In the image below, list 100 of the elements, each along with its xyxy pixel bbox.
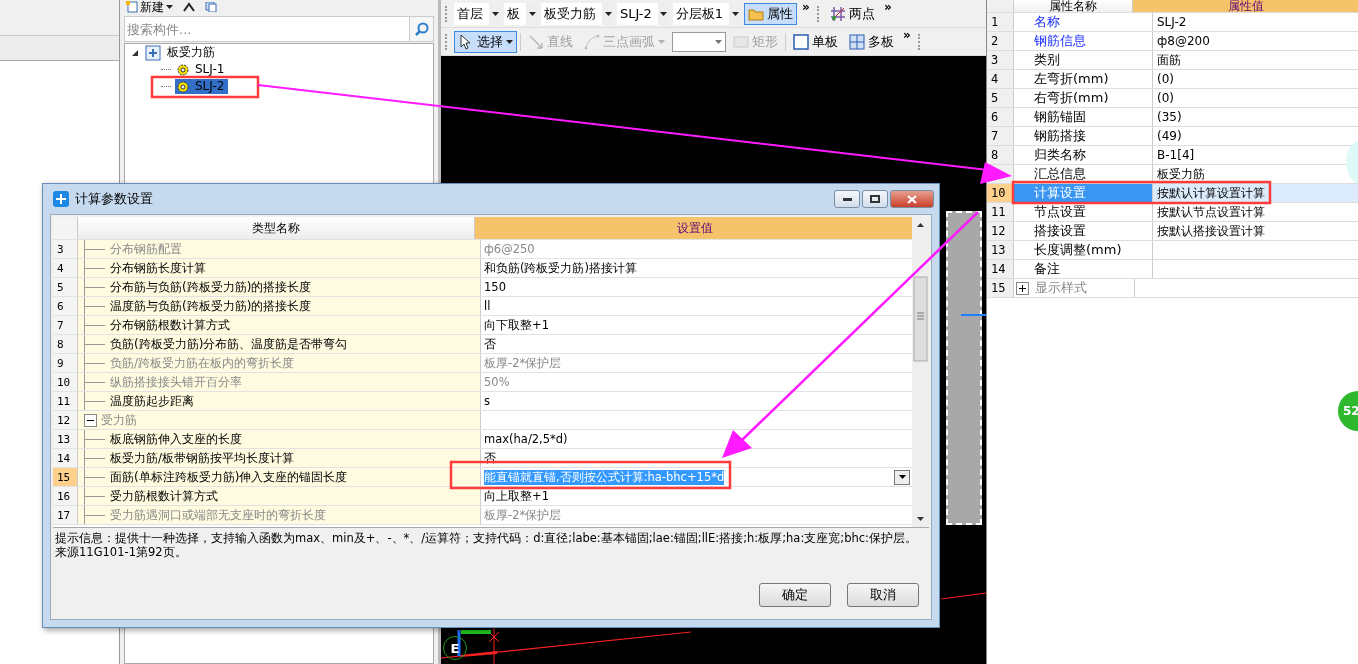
expanded-icon[interactable]	[131, 48, 139, 57]
tree-item[interactable]: 板受力筋	[143, 44, 219, 61]
grid-icon	[849, 33, 865, 50]
row-number: 12	[987, 222, 1014, 240]
reference-line	[941, 592, 986, 600]
tree-line	[84, 392, 106, 410]
tree-line	[84, 487, 106, 505]
property-name: 钢筋锚固	[1034, 108, 1086, 126]
more-button[interactable]: »	[800, 0, 812, 14]
search-button[interactable]	[409, 16, 434, 42]
property-name: 计算设置	[1034, 184, 1086, 202]
row-number: 7	[53, 316, 78, 334]
dropdown-field[interactable]	[672, 31, 726, 52]
grid-icon	[829, 5, 846, 22]
caret-icon	[731, 11, 739, 16]
parameter-value[interactable]: 向上取整+1	[484, 488, 549, 504]
property-name: 搭接设置	[1034, 222, 1086, 240]
parameter-name: 受力筋遇洞口或端部无支座时的弯折长度	[110, 506, 326, 524]
parameter-name: 负筋/跨板受力筋在板内的弯折长度	[110, 354, 295, 372]
property-name: 钢筋搭接	[1034, 127, 1086, 145]
property-value[interactable]: 按默认搭接设置计算	[1157, 222, 1265, 240]
dropdown-button[interactable]	[894, 469, 910, 485]
tree-line	[84, 430, 106, 448]
property-name: 名称	[1034, 13, 1060, 31]
parameter-value[interactable]: s	[484, 394, 490, 408]
tree-line	[84, 468, 106, 486]
tree-item[interactable]: SLJ-1	[175, 62, 229, 77]
tree-line	[84, 278, 106, 296]
row-number: 17	[53, 506, 78, 524]
property-value[interactable]: ф8@200	[1157, 34, 1210, 48]
tree-line	[84, 373, 106, 391]
parameter-value[interactable]: 150	[484, 280, 506, 294]
row-number: 12	[53, 411, 78, 429]
level-dropdown[interactable]: 板	[504, 2, 538, 25]
level-dropdown[interactable]: 分层板1	[672, 2, 742, 25]
select-button[interactable]: 选择	[454, 30, 517, 53]
new-button[interactable]: 新建	[126, 1, 173, 13]
tree-line	[84, 335, 106, 353]
property-value[interactable]: SLJ-2	[1157, 15, 1187, 29]
two-point-button[interactable]: 两点	[825, 2, 879, 25]
restore-icon	[870, 195, 880, 203]
property-name: 类别	[1034, 51, 1060, 69]
more-button[interactable]: »	[901, 28, 913, 42]
property-value[interactable]: (35)	[1157, 110, 1182, 124]
minimize-button[interactable]	[834, 190, 860, 208]
caret-icon	[166, 4, 173, 10]
row-number: 4	[53, 259, 78, 277]
close-button[interactable]	[890, 190, 934, 208]
multi-slab-button[interactable]: 多板	[845, 30, 898, 53]
column-header: 设置值	[475, 217, 912, 239]
property-value[interactable]: 板受力筋	[1157, 165, 1205, 183]
close-icon	[907, 194, 917, 204]
parameter-value[interactable]: 否	[484, 336, 496, 352]
level-dropdown[interactable]: 板受力筋	[541, 2, 614, 25]
property-name: 备注	[1034, 260, 1060, 278]
parameter-name: 纵筋搭接接头错开百分率	[110, 373, 242, 391]
row-number: 5	[987, 89, 1014, 107]
property-value[interactable]: (49)	[1157, 129, 1182, 143]
row-number: 8	[987, 146, 1014, 164]
app-icon	[53, 191, 69, 207]
parameter-name: 分布钢筋根数计算方式	[110, 316, 230, 334]
parameter-value[interactable]: max(ha/2,5*d)	[484, 432, 568, 446]
property-value[interactable]: 按默认节点设置计算	[1157, 203, 1265, 221]
caret-icon	[898, 475, 906, 479]
gear-icon	[177, 80, 189, 93]
row-number: 1	[987, 13, 1014, 31]
more-button[interactable]: »	[881, 0, 894, 14]
property-name: 显示样式	[1035, 279, 1087, 297]
parameter-value[interactable]: ll	[484, 299, 491, 313]
property-name: 左弯折(mm)	[1034, 70, 1109, 88]
properties-button[interactable]: 属性	[744, 2, 798, 25]
row-number: 5	[53, 278, 78, 296]
property-name: 节点设置	[1034, 203, 1086, 221]
row-number: 13	[987, 241, 1014, 259]
chevron-up-icon	[183, 2, 195, 12]
column-header: 类型名称	[78, 217, 475, 239]
ok-button[interactable]: 确定	[759, 583, 831, 607]
parameter-value[interactable]: 向下取整+1	[484, 317, 549, 333]
document-icon	[126, 1, 138, 13]
caret-icon	[528, 11, 536, 16]
tree-line	[84, 240, 106, 258]
level-dropdown[interactable]: SLJ-2	[617, 2, 670, 25]
property-value[interactable]: 面筋	[1157, 51, 1181, 69]
search-field[interactable]: 搜索构件...	[124, 16, 409, 42]
property-value[interactable]: (0)	[1157, 72, 1174, 86]
parameter-name: 分布钢筋配置	[110, 240, 182, 258]
parameter-value[interactable]: 和负筋(跨板受力筋)搭接计算	[484, 260, 637, 276]
single-slab-button[interactable]: 单板	[789, 30, 842, 53]
row-number: 4	[987, 70, 1014, 88]
parameter-name: 分布筋与负筋(跨板受力筋)的搭接长度	[110, 278, 312, 296]
tree-item[interactable]: SLJ-2	[175, 79, 229, 94]
property-value[interactable]: B-1[4]	[1157, 148, 1195, 162]
restore-button[interactable]	[862, 190, 888, 208]
row-number: 15	[53, 468, 78, 486]
cancel-button[interactable]: 取消	[847, 583, 919, 607]
property-value[interactable]: (0)	[1157, 91, 1174, 105]
row-number: 11	[987, 203, 1014, 221]
row-number: 14	[987, 260, 1014, 278]
row-number: 14	[53, 449, 78, 467]
level-dropdown[interactable]: 首层	[454, 2, 501, 25]
